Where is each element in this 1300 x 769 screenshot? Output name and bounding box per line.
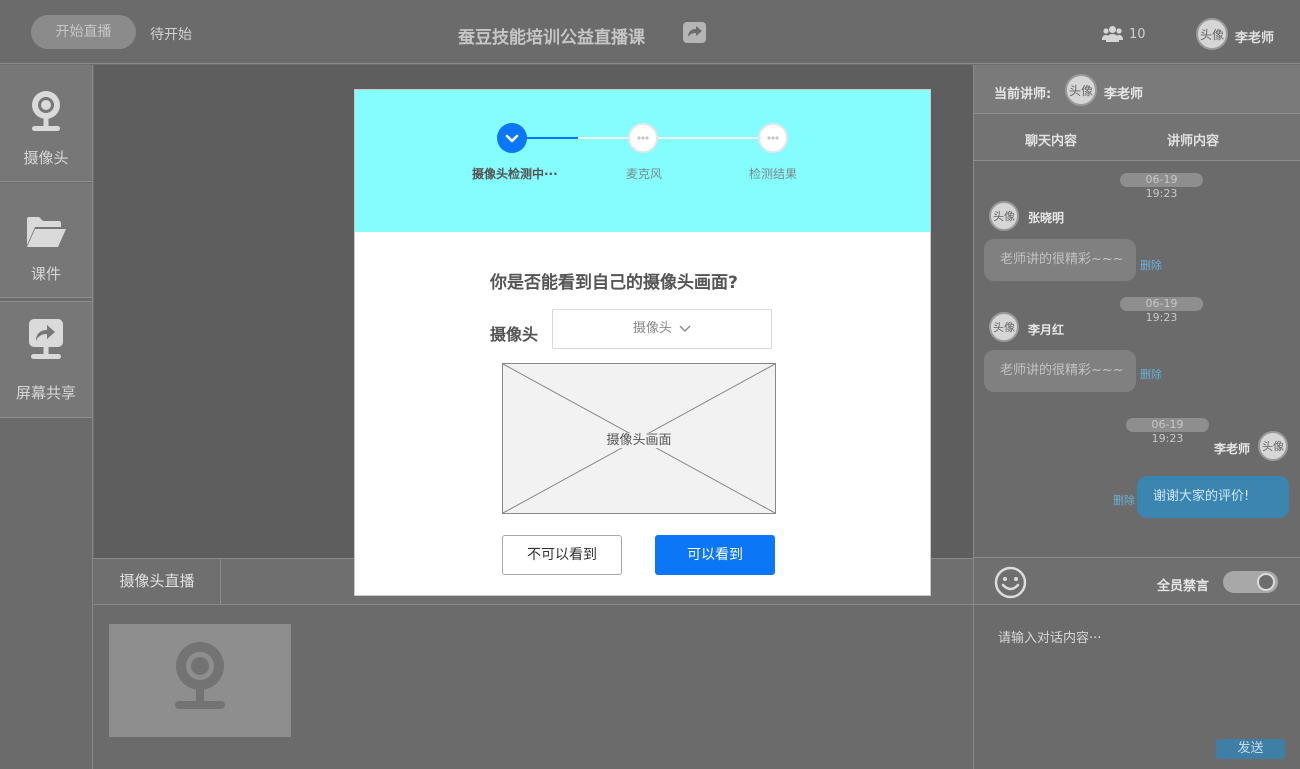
- toggle-knob: [1257, 573, 1275, 591]
- avatar[interactable]: 头像: [989, 201, 1019, 231]
- avatar[interactable]: 头像: [1258, 431, 1288, 461]
- step-label-microphone: 麦克风: [626, 167, 663, 181]
- chat-bubble: 老师讲的很精彩~~~: [984, 350, 1136, 392]
- sidebar-item-camera[interactable]: 摄像头: [0, 65, 92, 182]
- mute-all-label: 全员禁言: [1157, 579, 1210, 594]
- camera-preview: 摄像头画面: [502, 363, 776, 514]
- send-button[interactable]: 发送: [1216, 739, 1285, 759]
- chevron-down-icon: [679, 325, 691, 332]
- device-check-dialog: 摄像头检测中··· 麦克风 检测结果 你是否能看到自己的摄像头画面? 摄像头 摄…: [354, 89, 931, 596]
- chat-toolbar: 全员禁言: [974, 557, 1300, 605]
- camera-preview-label: 摄像头画面: [604, 433, 674, 448]
- message-time: 06-19 19:23: [1126, 418, 1209, 445]
- lecturer-name: 李老师: [1104, 87, 1144, 102]
- delete-message-link[interactable]: 删除: [1140, 366, 1162, 382]
- teacher-name: 李老师: [1235, 31, 1275, 46]
- avatar[interactable]: 头像: [989, 312, 1019, 342]
- camera-select[interactable]: 摄像头: [552, 309, 772, 349]
- camera-thumbnail[interactable]: [109, 624, 291, 737]
- course-title: 蚕豆技能培训公益直播课: [458, 28, 645, 48]
- chat-tabs: 聊天内容 讲师内容: [974, 114, 1300, 161]
- avatar[interactable]: 头像: [1065, 74, 1097, 106]
- step-1-check-icon: [497, 123, 527, 153]
- tab-camera-live[interactable]: 摄像头直播: [94, 559, 221, 604]
- camera-select-label: 摄像头: [490, 325, 539, 344]
- top-bar: 开始直播 待开始 蚕豆技能培训公益直播课 10 头像 李老师: [0, 0, 1300, 64]
- message-time: 06-19 19:23: [1120, 173, 1203, 200]
- step-label-camera: 摄像头检测中···: [472, 167, 558, 181]
- sidebar-item-label: 课件: [30, 265, 61, 283]
- chat-message-list: 06-19 19:23 头像 张晓明 老师讲的很精彩~~~ 删除 06-19 1…: [974, 161, 1300, 557]
- can-see-button[interactable]: 可以看到: [655, 535, 775, 575]
- step-label-result: 检测结果: [749, 167, 798, 181]
- chat-bubble: 谢谢大家的评价!: [1137, 476, 1289, 518]
- folder-open-icon: [27, 217, 66, 247]
- users-icon: [1102, 26, 1123, 42]
- left-sidebar: 摄像头 课件 屏幕共享: [0, 65, 93, 769]
- sender-name: 李老师: [1214, 442, 1251, 456]
- sender-name: 张晓明: [1028, 211, 1065, 225]
- avatar[interactable]: 头像: [1196, 18, 1228, 50]
- message-time: 06-19 19:23: [1120, 297, 1203, 324]
- sidebar-item-label: 摄像头: [23, 149, 69, 167]
- tab-chat-content[interactable]: 聊天内容: [1025, 130, 1077, 149]
- screen-share-icon: [29, 319, 63, 359]
- chat-bubble: 老师讲的很精彩~~~: [984, 239, 1136, 281]
- current-lecturer-label: 当前讲师:: [994, 87, 1052, 102]
- current-lecturer-bar: 当前讲师: 头像 李老师: [974, 65, 1300, 114]
- dialog-question: 你是否能看到自己的摄像头画面?: [490, 273, 738, 293]
- tab-lecturer-content[interactable]: 讲师内容: [1167, 130, 1219, 149]
- sidebar-item-courseware[interactable]: 课件: [0, 183, 92, 298]
- camera-select-value: 摄像头: [632, 321, 672, 336]
- delete-message-link[interactable]: 删除: [1140, 257, 1162, 273]
- sidebar-item-label: 屏幕共享: [15, 384, 76, 402]
- cannot-see-button[interactable]: 不可以看到: [502, 535, 622, 575]
- webcam-icon: [32, 91, 60, 131]
- mute-all-toggle[interactable]: [1223, 571, 1278, 593]
- online-count: 10: [1129, 27, 1146, 42]
- start-live-button[interactable]: 开始直播: [31, 15, 136, 49]
- sender-name: 李月红: [1028, 323, 1065, 337]
- camera-live-panel: [94, 605, 973, 769]
- right-panel: 当前讲师: 头像 李老师 聊天内容 讲师内容 06-19 19:23 头像 张晓…: [973, 65, 1300, 769]
- step-connector: [578, 137, 628, 139]
- live-status: 待开始: [150, 27, 192, 43]
- stepper-header: 摄像头检测中··· 麦克风 检测结果: [355, 90, 930, 232]
- sidebar-item-screen-share[interactable]: 屏幕共享: [0, 301, 92, 418]
- webcam-icon: [175, 642, 225, 709]
- step-connector: [658, 137, 758, 139]
- delete-message-link[interactable]: 删除: [1113, 492, 1135, 508]
- share-icon[interactable]: [683, 22, 706, 43]
- emoji-icon[interactable]: [994, 566, 1027, 599]
- step-2-ellipsis-icon: [628, 123, 658, 153]
- step-3-ellipsis-icon: [758, 123, 788, 153]
